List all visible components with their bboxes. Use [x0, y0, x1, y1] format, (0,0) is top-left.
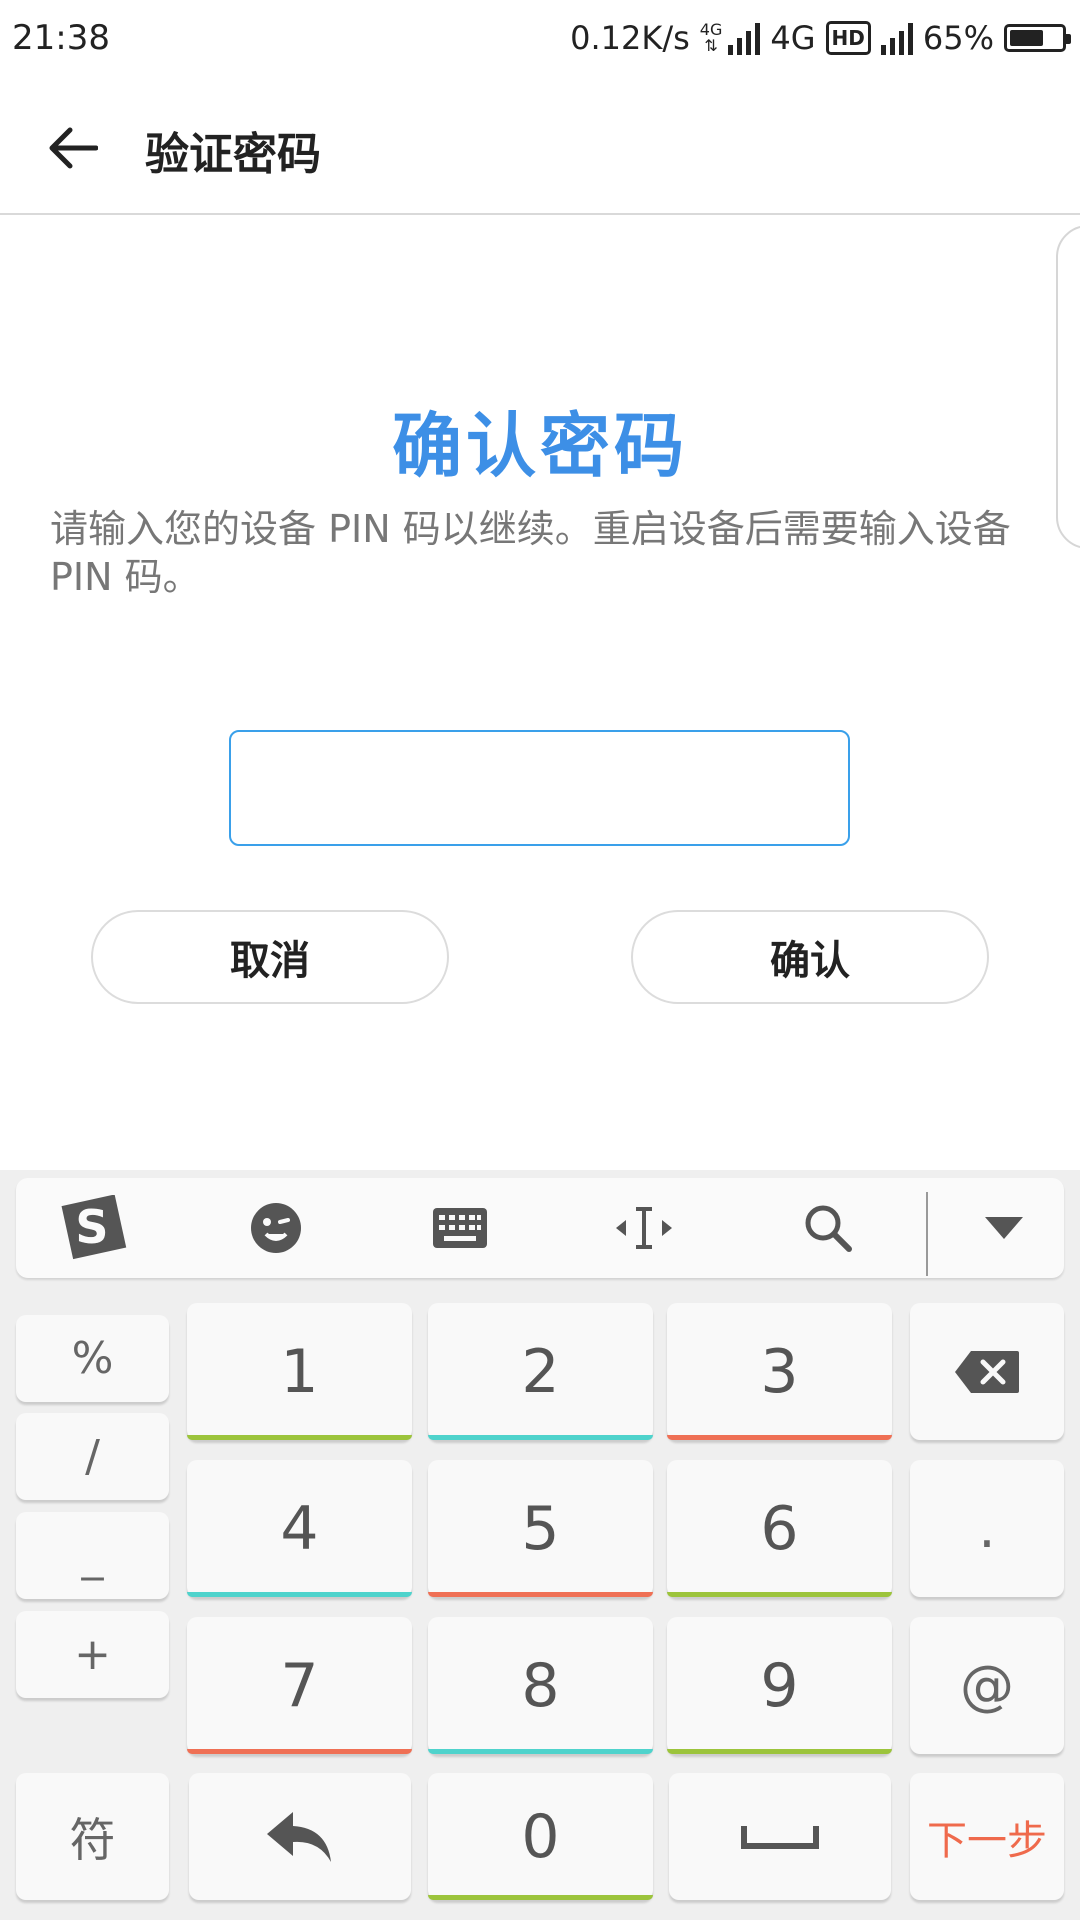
cancel-button[interactable]: 取消 — [91, 910, 449, 1004]
search-icon — [805, 1205, 852, 1252]
soft-keyboard: S % / _ + 1 2 3 4 5 6 . 7 8 9 @ 符 0 下一步 — [0, 1170, 1080, 1920]
app-header: 验证密码 — [0, 78, 1080, 215]
svg-text:S: S — [75, 1200, 108, 1254]
confirm-button[interactable]: 确认 — [631, 910, 989, 1004]
key-plus[interactable]: + — [16, 1611, 169, 1698]
key-2[interactable]: 2 — [428, 1303, 653, 1440]
battery-percent: 65% — [922, 19, 994, 57]
page-title: 验证密码 — [145, 129, 321, 180]
next-step-key[interactable]: 下一步 — [910, 1773, 1064, 1900]
net-speed: 0.12K/s — [570, 19, 690, 57]
key-dot[interactable]: . — [910, 1460, 1064, 1597]
search-button[interactable] — [768, 1178, 888, 1278]
status-icons: 0.12K/s 4G ⇅ 4G HD 65% — [570, 14, 1071, 62]
key-0[interactable]: 0 — [428, 1773, 653, 1900]
battery-icon — [1004, 24, 1071, 52]
backspace-icon — [955, 1350, 1019, 1393]
sogou-logo-button[interactable]: S — [32, 1178, 152, 1278]
symbol-key[interactable]: 符 — [16, 1773, 169, 1900]
key-4[interactable]: 4 — [187, 1460, 412, 1597]
edge-handle — [1056, 225, 1080, 549]
key-percent[interactable]: % — [16, 1315, 169, 1402]
key-5[interactable]: 5 — [428, 1460, 653, 1597]
key-6[interactable]: 6 — [667, 1460, 892, 1597]
key-underscore[interactable]: _ — [16, 1512, 169, 1599]
key-slash[interactable]: / — [16, 1413, 169, 1500]
keyboard-switch-button[interactable] — [400, 1178, 520, 1278]
hide-keyboard-icon — [985, 1217, 1023, 1239]
signal-icon-2 — [880, 21, 913, 55]
keyboard-toolbar: S — [16, 1178, 1064, 1278]
signal-icon-1 — [728, 21, 761, 55]
key-1[interactable]: 1 — [187, 1303, 412, 1440]
sogou-logo-icon: S — [61, 1195, 127, 1260]
status-bar: 21:38 0.12K/s 4G ⇅ 4G HD 65% — [0, 0, 1080, 78]
network-type: 4G — [770, 19, 816, 57]
cursor-move-icon — [616, 1207, 672, 1249]
data-activity-icon: 4G ⇅ — [699, 20, 723, 55]
status-time: 21:38 — [12, 18, 110, 58]
return-key[interactable] — [189, 1773, 411, 1900]
description-text: 请输入您的设备 PIN 码以继续。重启设备后需要输入设备 PIN 码。 — [50, 507, 1011, 599]
key-8[interactable]: 8 — [428, 1617, 653, 1754]
cursor-move-button[interactable] — [584, 1178, 704, 1278]
back-button[interactable] — [40, 116, 104, 180]
back-arrow-icon — [49, 127, 98, 169]
undo-arrow-icon — [267, 1811, 331, 1862]
hd-icon: HD — [825, 21, 871, 55]
emoji-button[interactable] — [216, 1178, 336, 1278]
pin-input[interactable] — [229, 730, 850, 846]
backspace-key[interactable] — [910, 1303, 1064, 1440]
key-3[interactable]: 3 — [667, 1303, 892, 1440]
hide-keyboard-button[interactable] — [944, 1178, 1064, 1278]
key-at[interactable]: @ — [910, 1617, 1064, 1754]
space-key[interactable] — [669, 1773, 891, 1900]
confirm-heading: 确认密码 — [392, 405, 688, 487]
key-9[interactable]: 9 — [667, 1617, 892, 1754]
emoji-icon — [251, 1203, 301, 1253]
keyboard-icon — [433, 1208, 487, 1248]
key-7[interactable]: 7 — [187, 1617, 412, 1754]
toolbar-divider — [926, 1192, 928, 1276]
space-bar-icon — [741, 1825, 819, 1849]
